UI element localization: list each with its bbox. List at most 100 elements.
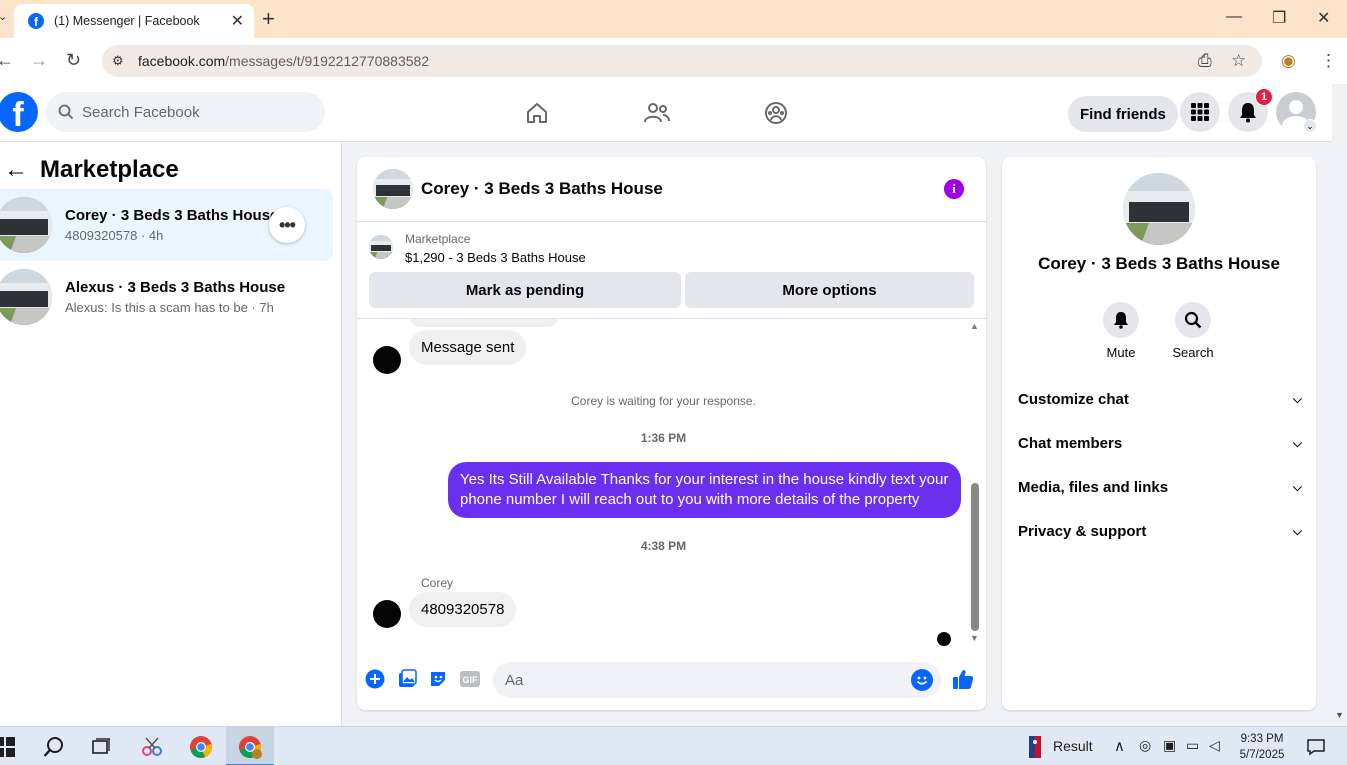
facebook-search[interactable]: [46, 92, 325, 132]
close-window-icon[interactable]: ✕: [1317, 8, 1330, 28]
photo-icon[interactable]: [396, 668, 418, 690]
account-chevron-icon[interactable]: ⌄: [1303, 119, 1317, 133]
bookmark-star-icon[interactable]: ☆: [1231, 51, 1246, 71]
scroll-up-icon[interactable]: ▲: [970, 321, 979, 331]
task-view-icon[interactable]: [88, 735, 114, 759]
profile-icon[interactable]: ◉: [1281, 51, 1296, 71]
corey-avatar: [373, 600, 401, 628]
message-input[interactable]: [505, 671, 885, 689]
sticker-icon[interactable]: [427, 668, 449, 690]
browser-tab-strip: ⌄ f (1) Messenger | Facebook ✕ + — ❐ ✕: [0, 0, 1347, 38]
system-clock[interactable]: 9:33 PM 5/7/2025: [1232, 731, 1292, 763]
conversation-item-corey[interactable]: Corey · 3 Beds 3 Baths House 4809320578 …: [0, 189, 333, 261]
notification-center-icon[interactable]: [1303, 735, 1329, 759]
show-hidden-icons-icon[interactable]: ∧: [1114, 737, 1125, 755]
privacy-support-section[interactable]: Privacy & support ⌵: [1018, 511, 1302, 551]
customize-chat-section[interactable]: Customize chat ⌵: [1018, 379, 1302, 419]
meet-now-icon[interactable]: ▣: [1163, 737, 1176, 754]
chat-members-section[interactable]: Chat members ⌵: [1018, 423, 1302, 463]
chevron-down-icon: ⌵: [1292, 435, 1302, 450]
chat-house-avatar[interactable]: [373, 169, 413, 209]
chat-title[interactable]: Corey · 3 Beds 3 Baths House: [421, 179, 663, 199]
chat-scrollbar[interactable]: ▲ ▼: [970, 321, 980, 645]
listing-price-title[interactable]: $1,290 - 3 Beds 3 Baths House: [405, 250, 586, 265]
chrome-menu-icon[interactable]: ⋮: [1320, 51, 1337, 71]
search-icon: [58, 104, 74, 120]
scroll-thumb[interactable]: [971, 483, 979, 631]
clock-time: 9:33 PM: [1240, 733, 1284, 745]
close-tab-icon[interactable]: ✕: [231, 11, 244, 31]
reload-icon[interactable]: ↻: [66, 50, 81, 71]
chrome-icon[interactable]: [188, 735, 214, 759]
message-composer: GIF: [357, 656, 986, 704]
news-result-label[interactable]: Result: [1053, 738, 1093, 754]
clock-date: 5/7/2025: [1239, 749, 1285, 761]
search-conversation-button[interactable]: Search: [1163, 302, 1223, 360]
chevron-down-icon: ⌵: [1292, 391, 1302, 406]
add-icon[interactable]: [364, 668, 386, 690]
chrome-profile-icon[interactable]: [237, 735, 263, 759]
conversation-more-icon[interactable]: •••: [269, 207, 305, 243]
partial-bubble: [409, 319, 559, 327]
media-files-links-section[interactable]: Media, files and links ⌵: [1018, 467, 1302, 507]
scroll-down-icon[interactable]: ▼: [1335, 710, 1344, 720]
mark-as-pending-button[interactable]: Mark as pending: [369, 272, 681, 308]
waiting-notice: Corey is waiting for your response.: [571, 394, 756, 408]
volume-icon[interactable]: ◁: [1209, 737, 1220, 754]
nba-logo-icon[interactable]: [1022, 735, 1048, 759]
network-icon[interactable]: ◎: [1139, 737, 1151, 754]
scroll-down-icon[interactable]: ▼: [970, 633, 979, 643]
like-thumb-icon[interactable]: [952, 668, 974, 690]
message-bubble: Message sent: [409, 330, 527, 365]
menu-grid-icon[interactable]: [1180, 92, 1220, 132]
conversation-item-alexus[interactable]: Alexus · 3 Beds 3 Baths House Alexus: Is…: [0, 261, 333, 333]
site-info-icon[interactable]: ⚙: [112, 53, 124, 69]
conversation-preview: Alexus: Is this a scam has to be · 7h: [65, 300, 274, 315]
corey-avatar: [373, 346, 401, 374]
more-options-button[interactable]: More options: [685, 272, 974, 308]
marketplace-conversations-panel: ← Marketplace Corey · 3 Beds 3 Baths Hou…: [0, 142, 342, 726]
chat-header: Corey · 3 Beds 3 Baths House i: [357, 157, 986, 222]
message-bubble: 4809320578: [409, 592, 517, 627]
install-app-icon[interactable]: ⎙: [1198, 51, 1212, 71]
mute-button[interactable]: Mute: [1091, 302, 1151, 360]
notification-badge: 1: [1255, 88, 1273, 106]
seen-indicator: [937, 632, 951, 646]
listing-thumbnail[interactable]: [369, 235, 393, 259]
section-label: Customize chat: [1018, 390, 1129, 408]
home-icon[interactable]: [522, 98, 552, 128]
groups-icon[interactable]: [761, 98, 791, 128]
battery-icon[interactable]: ▭: [1186, 737, 1199, 754]
emoji-icon[interactable]: [911, 669, 933, 691]
back-icon[interactable]: ←: [0, 50, 14, 71]
chevron-down-icon: ⌵: [1292, 479, 1302, 494]
minimize-icon[interactable]: —: [1226, 8, 1242, 26]
url-path: /messages/t/9192212770883582: [225, 53, 430, 69]
find-friends-button[interactable]: Find friends: [1068, 96, 1178, 132]
facebook-logo-icon[interactable]: f: [0, 92, 38, 132]
chat-details-panel: Corey · 3 Beds 3 Baths House Mute Search…: [1002, 157, 1316, 710]
snipping-tool-icon[interactable]: [139, 735, 165, 759]
back-arrow-icon[interactable]: ←: [4, 156, 28, 184]
friends-icon[interactable]: [642, 98, 672, 128]
tab-search-chevron-icon[interactable]: ⌄: [0, 10, 7, 23]
address-bar[interactable]: ⚙ facebook.com/messages/t/91922127708835…: [102, 45, 1262, 77]
browser-tab-messenger[interactable]: f (1) Messenger | Facebook ✕: [14, 4, 254, 38]
marketplace-header: ← Marketplace: [4, 156, 179, 184]
forward-icon[interactable]: →: [30, 50, 48, 71]
gif-icon[interactable]: GIF: [459, 668, 481, 690]
conversation-name: Alexus · 3 Beds 3 Baths House: [65, 279, 286, 296]
taskbar-search-icon[interactable]: [41, 735, 67, 759]
restore-icon[interactable]: ❐: [1272, 8, 1286, 28]
mute-bell-icon: [1103, 302, 1139, 338]
info-icon[interactable]: i: [944, 179, 964, 199]
conversation-name: Corey · 3 Beds 3 Baths House: [65, 207, 279, 224]
profile-house-image[interactable]: [1123, 173, 1195, 245]
search-icon: [1175, 302, 1211, 338]
timestamp: 4:38 PM: [640, 539, 687, 553]
new-tab-icon[interactable]: +: [262, 6, 275, 32]
page-scrollbar[interactable]: ▼: [1332, 142, 1347, 726]
search-input[interactable]: [82, 103, 302, 121]
message-input-box[interactable]: [493, 662, 941, 698]
windows-start-icon[interactable]: [0, 735, 18, 759]
